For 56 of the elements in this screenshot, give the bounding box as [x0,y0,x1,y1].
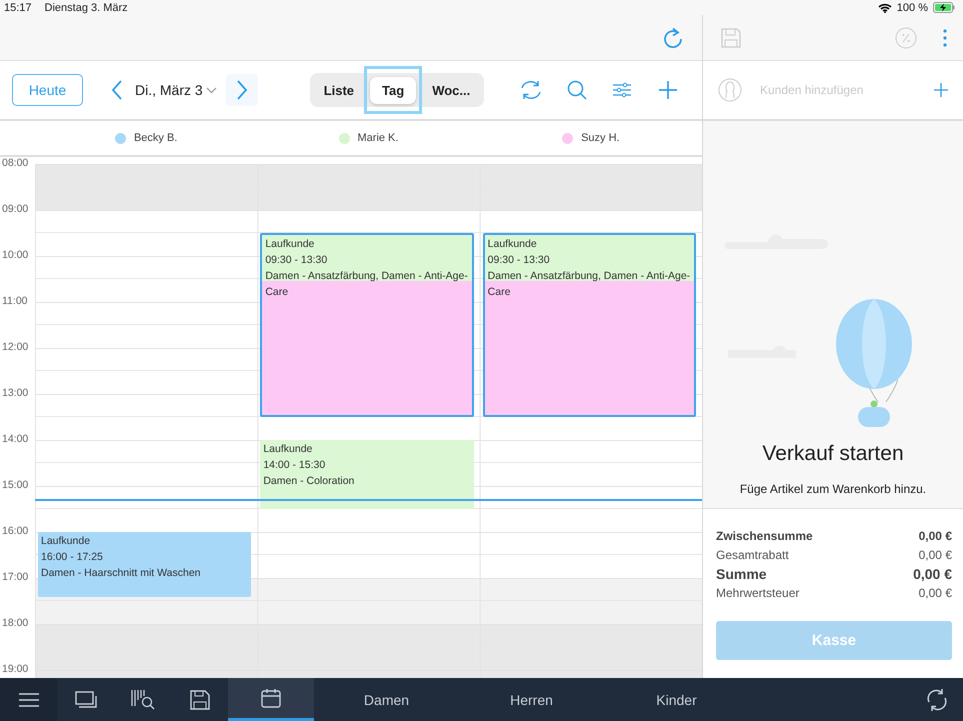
total-label: Zwischensumme [716,528,813,545]
category-tab[interactable]: Herren [459,678,604,721]
total-label: Summe [716,565,767,584]
menu-icon[interactable] [0,678,57,721]
appointment-time: 09:30 - 13:30 [265,253,328,268]
view-tab[interactable]: Liste [314,66,364,114]
status-date: Dienstag 3. März [44,2,128,14]
add-icon[interactable] [658,80,678,100]
appointment-customer: Laufkunde [265,237,316,252]
caret-down-icon[interactable] [206,86,217,94]
appointment-time: 14:00 - 15:30 [263,458,326,473]
total-value: 0,00 € [913,565,952,584]
refresh-icon[interactable] [663,26,683,48]
previous-day-icon[interactable] [111,80,123,100]
appointment-customer: Laufkunde [263,442,314,457]
staff-name: Suzy H. [581,132,620,144]
empty-cart-hint: Füge Artikel zum Warenkorb hinzu. [740,482,926,496]
appointment-time: 16:00 - 17:25 [41,550,104,565]
appointment-service: Damen - Coloration [263,474,356,489]
status-time: 15:17 [4,2,32,14]
appointment-card[interactable]: Laufkunde 09:30 - 13:30 Damen - Ansatzfärbung, Damen - Anti-Age-Care [482,233,696,417]
percent-icon[interactable] [895,26,917,48]
add-customer-icon[interactable] [933,82,949,98]
view-tab[interactable]: Tag [364,66,422,114]
chevron-right-icon[interactable] [236,80,248,100]
appointment-card[interactable]: Laufkunde 14:00 - 15:30 Damen - Coloration [260,440,474,509]
battery-percentage: 100 % [896,2,928,14]
appointment-service: Damen - Ansatzfärbung, Damen - Anti-Age-Care [488,269,691,300]
appointment-service: Damen - Ansatzfärbung, Damen - Anti-Age-Care [265,269,469,300]
filter-sliders-icon[interactable] [612,82,632,98]
total-value: 0,00 € [918,547,952,564]
appointment-customer: Laufkunde [488,237,538,252]
total-label: Mehrwertsteuer [716,585,800,602]
category-tab[interactable]: Kinder [604,678,749,721]
category-tab[interactable]: Damen [314,678,459,721]
staff-name: Marie K. [358,132,398,144]
wifi-icon [878,2,892,12]
appointment-card[interactable]: Laufkunde 09:30 - 13:30 Damen - Ansatzfärbung, Damen - Anti-Age-Care [260,233,474,417]
appointment-time: 09:30 - 13:30 [488,253,551,268]
total-value: 0,00 € [918,528,952,545]
date-picker[interactable]: Di., März 3 [135,82,203,98]
more-options-icon[interactable] [943,28,947,46]
view-tab[interactable]: Woc... [422,66,480,114]
customer-icon [718,78,742,102]
empty-cart-title: Verkauf starten [762,442,904,466]
total-value: 0,00 € [918,585,952,602]
appointment-service: Damen - Haarschnitt mit Waschen [41,566,202,581]
search-icon[interactable] [567,80,587,100]
next-day-button[interactable] [226,74,258,106]
battery-charging-icon [933,2,955,13]
staff-name: Becky B. [134,132,178,144]
calendar-icon[interactable] [228,678,314,721]
sync-icon[interactable] [925,688,949,712]
total-label: Gesamtrabatt [716,547,789,564]
appointment-card[interactable]: Laufkunde 16:00 - 17:25 Damen - Haarschnitt mit Waschen [38,532,252,598]
appointment-customer: Laufkunde [41,534,92,549]
